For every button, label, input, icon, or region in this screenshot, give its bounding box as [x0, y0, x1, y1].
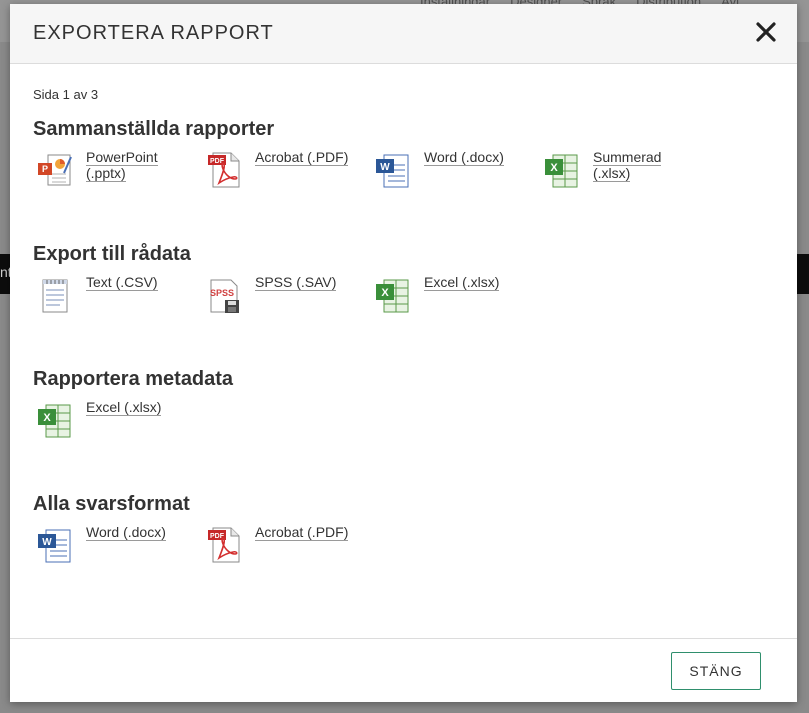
section-title: Export till rådata — [33, 243, 191, 265]
export-label: Word (.docx) — [424, 149, 504, 166]
spss-icon: SPSS — [210, 279, 239, 313]
export-powerpoint-link[interactable]: P PowerPoint (.pptx) — [33, 149, 198, 195]
export-pdf-link[interactable]: PDF Acrobat (.PDF) — [202, 149, 367, 195]
svg-text:SPSS: SPSS — [210, 288, 234, 298]
section-title: Rapportera metadata — [33, 368, 234, 390]
export-report-dialog: EXPORTERA RAPPORT Sida 1 av 3 Sammanstäl… — [10, 4, 797, 702]
section-raw-data-export: Export till rådata Text (.CSV) SPSS SPSS… — [33, 243, 773, 313]
dialog-footer: STÄNG — [10, 638, 797, 703]
svg-text:W: W — [42, 537, 52, 548]
export-label: Summerad (.xlsx) — [593, 149, 662, 182]
export-metadata-excel-link[interactable]: X Excel (.xlsx) — [33, 399, 198, 445]
svg-text:X: X — [43, 412, 51, 424]
word-icon: W — [376, 154, 409, 188]
dialog-title: EXPORTERA RAPPORT — [33, 22, 274, 44]
excel-icon: X — [545, 154, 578, 188]
section-all-response-formats: Alla svarsformat W Word (.docx) PDF Acro… — [33, 493, 773, 563]
export-label: Acrobat (.PDF) — [255, 149, 349, 166]
export-label: Word (.docx) — [86, 524, 166, 541]
dialog-header: EXPORTERA RAPPORT — [10, 4, 797, 64]
export-label: PowerPoint (.pptx) — [86, 149, 158, 182]
export-csv-link[interactable]: Text (.CSV) — [33, 274, 198, 320]
section-title: Alla svarsformat — [33, 493, 190, 515]
export-label: Excel (.xlsx) — [424, 274, 500, 291]
export-all-word-link[interactable]: W Word (.docx) — [33, 524, 198, 570]
powerpoint-icon: P — [38, 154, 72, 186]
export-summary-excel-link[interactable]: X Summerad (.xlsx) — [540, 149, 705, 195]
excel-icon: X — [376, 279, 409, 313]
svg-text:P: P — [42, 164, 48, 174]
export-all-pdf-link[interactable]: PDF Acrobat (.PDF) — [202, 524, 367, 570]
svg-text:X: X — [550, 162, 558, 174]
page-info: Sida 1 av 3 — [33, 87, 99, 102]
pdf-icon: PDF — [208, 152, 240, 188]
excel-icon: X — [38, 404, 71, 438]
section-compiled-reports: Sammanställda rapporter P PowerPoint (.p… — [33, 118, 773, 188]
svg-text:W: W — [380, 162, 390, 173]
svg-text:X: X — [381, 287, 389, 299]
close-button[interactable]: STÄNG — [671, 652, 761, 690]
export-spss-link[interactable]: SPSS SPSS (.SAV) — [202, 274, 367, 320]
export-label: SPSS (.SAV) — [255, 274, 337, 291]
text-csv-icon — [42, 279, 68, 313]
section-title: Sammanställda rapporter — [33, 118, 275, 140]
pdf-icon: PDF — [208, 527, 240, 563]
export-label: Acrobat (.PDF) — [255, 524, 349, 541]
close-icon[interactable] — [753, 18, 779, 46]
word-icon: W — [38, 529, 71, 563]
export-raw-excel-link[interactable]: X Excel (.xlsx) — [371, 274, 536, 320]
export-label: Text (.CSV) — [86, 274, 158, 291]
export-word-link[interactable]: W Word (.docx) — [371, 149, 536, 195]
section-report-metadata: Rapportera metadata X Excel (.xlsx) — [33, 368, 773, 438]
close-x-glyph — [756, 22, 776, 42]
export-label: Excel (.xlsx) — [86, 399, 162, 416]
